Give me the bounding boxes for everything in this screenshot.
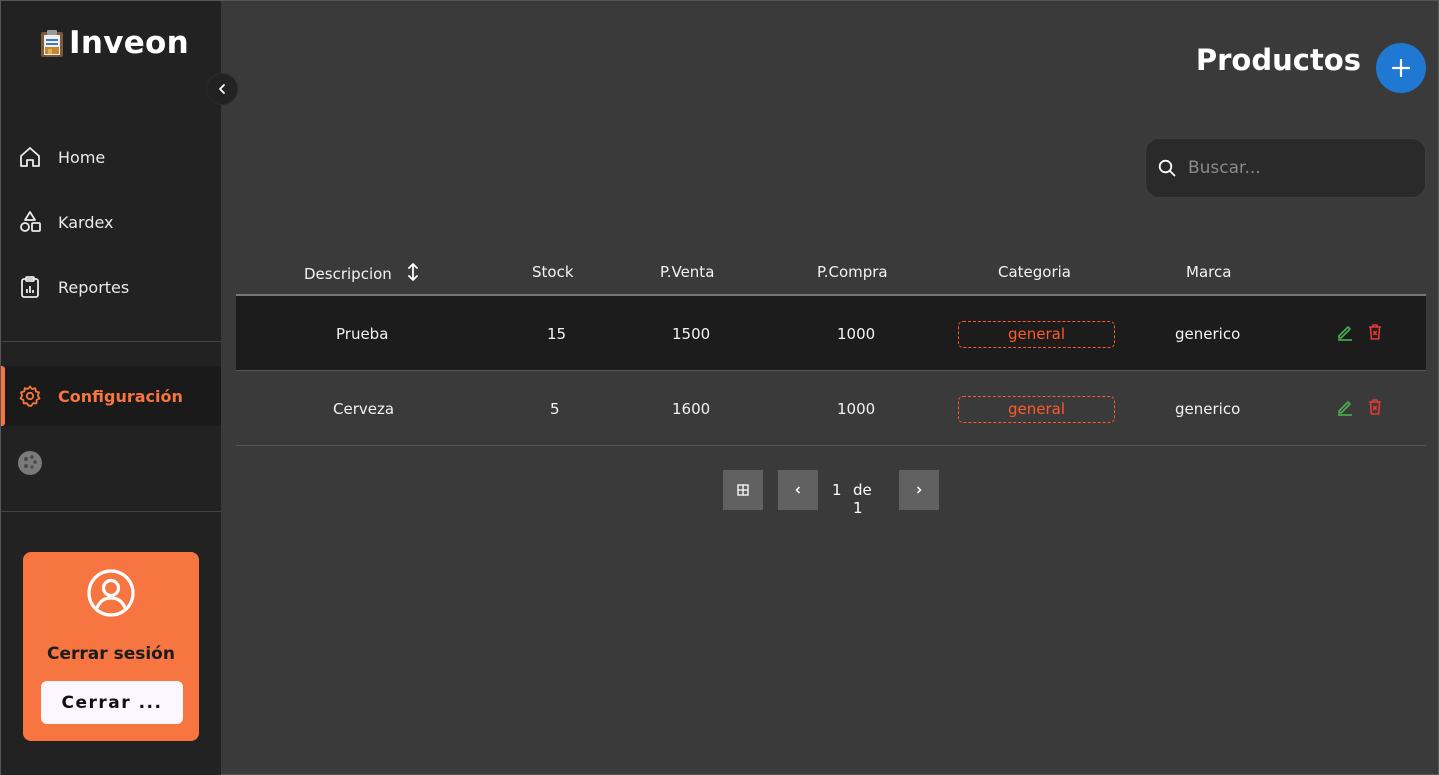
sidebar-item-label: Kardex bbox=[58, 212, 114, 232]
app-window: Inveon Home Kardex Reportes Configuració… bbox=[0, 0, 1439, 775]
sidebar-item-kardex[interactable]: Kardex bbox=[1, 192, 221, 252]
edit-icon[interactable] bbox=[1335, 322, 1355, 342]
app-name: Inveon bbox=[69, 25, 190, 61]
table-row: Cerveza 5 1600 1000 general generico bbox=[236, 371, 1426, 446]
sidebar-divider bbox=[1, 511, 221, 512]
current-page: 1 bbox=[832, 481, 842, 499]
products-table: Descripcion Stock P.Venta P.Compra Categ… bbox=[236, 249, 1426, 446]
column-header-descripcion[interactable]: Descripcion bbox=[304, 263, 419, 283]
sort-icon[interactable] bbox=[407, 263, 419, 281]
sidebar-item-configuracion[interactable]: Configuración bbox=[1, 366, 221, 426]
clipboard-logo-icon bbox=[41, 30, 63, 57]
sidebar-item-label: Configuración bbox=[58, 386, 183, 406]
cell-marca: generico bbox=[1175, 325, 1241, 343]
sidebar-item-reportes[interactable]: Reportes bbox=[1, 257, 221, 317]
search-icon bbox=[1158, 159, 1176, 177]
cell-stock: 5 bbox=[550, 400, 560, 418]
sidebar-item-label: Reportes bbox=[58, 277, 130, 297]
column-label: Descripcion bbox=[304, 265, 392, 283]
add-product-button[interactable] bbox=[1376, 43, 1426, 93]
sidebar-collapse-button[interactable] bbox=[206, 73, 238, 105]
cell-stock: 15 bbox=[547, 325, 567, 343]
search-input[interactable] bbox=[1188, 158, 1408, 178]
home-icon bbox=[17, 144, 43, 170]
plus-icon bbox=[1391, 58, 1411, 78]
clipboard-icon bbox=[17, 274, 43, 300]
gear-icon bbox=[17, 383, 43, 409]
cell-pcompra: 1000 bbox=[837, 325, 876, 343]
column-header-stock[interactable]: Stock bbox=[532, 263, 574, 281]
cell-pventa: 1500 bbox=[672, 325, 711, 343]
first-page-button[interactable] bbox=[723, 470, 763, 510]
cell-descripcion: Prueba bbox=[336, 325, 389, 343]
shapes-icon bbox=[17, 209, 43, 235]
sidebar: Inveon Home Kardex Reportes Configuració… bbox=[1, 1, 221, 775]
chevron-left-icon bbox=[795, 486, 801, 494]
chevron-right-icon bbox=[916, 486, 922, 494]
brand-logo[interactable]: Inveon bbox=[39, 23, 189, 63]
next-page-button[interactable] bbox=[899, 470, 939, 510]
cell-pcompra: 1000 bbox=[837, 400, 876, 418]
page-title: Productos bbox=[1195, 43, 1361, 77]
column-header-marca[interactable]: Marca bbox=[1186, 263, 1231, 281]
logout-title: Cerrar sesión bbox=[47, 644, 175, 664]
cell-pventa: 1600 bbox=[672, 400, 711, 418]
sidebar-divider bbox=[1, 341, 221, 342]
column-header-pventa[interactable]: P.Venta bbox=[660, 263, 714, 281]
chevron-left-icon bbox=[219, 84, 225, 94]
category-badge: general bbox=[958, 321, 1115, 348]
sidebar-item-label: Home bbox=[58, 147, 106, 167]
page-total: de 1 bbox=[853, 481, 872, 517]
category-badge: general bbox=[958, 396, 1115, 423]
table-row: Prueba 15 1500 1000 general generico bbox=[236, 296, 1426, 371]
delete-icon[interactable] bbox=[1365, 322, 1385, 342]
cell-marca: generico bbox=[1175, 400, 1241, 418]
logout-card: Cerrar sesión Cerrar ... bbox=[23, 552, 199, 741]
edit-icon[interactable] bbox=[1335, 397, 1355, 417]
delete-icon[interactable] bbox=[1365, 397, 1385, 417]
grid-icon bbox=[737, 484, 749, 496]
column-header-pcompra[interactable]: P.Compra bbox=[817, 263, 888, 281]
cell-descripcion: Cerveza bbox=[333, 400, 395, 418]
column-header-categoria[interactable]: Categoria bbox=[998, 263, 1071, 281]
sidebar-item-home[interactable]: Home bbox=[1, 127, 221, 187]
active-indicator bbox=[1, 366, 5, 426]
table-header: Descripcion Stock P.Venta P.Compra Categ… bbox=[236, 249, 1426, 296]
theme-toggle[interactable] bbox=[1, 433, 221, 493]
logout-button[interactable]: Cerrar ... bbox=[41, 681, 183, 724]
prev-page-button[interactable] bbox=[778, 470, 818, 510]
palette-icon bbox=[17, 450, 43, 476]
user-circle-icon bbox=[87, 569, 135, 617]
search-box[interactable] bbox=[1145, 138, 1426, 198]
